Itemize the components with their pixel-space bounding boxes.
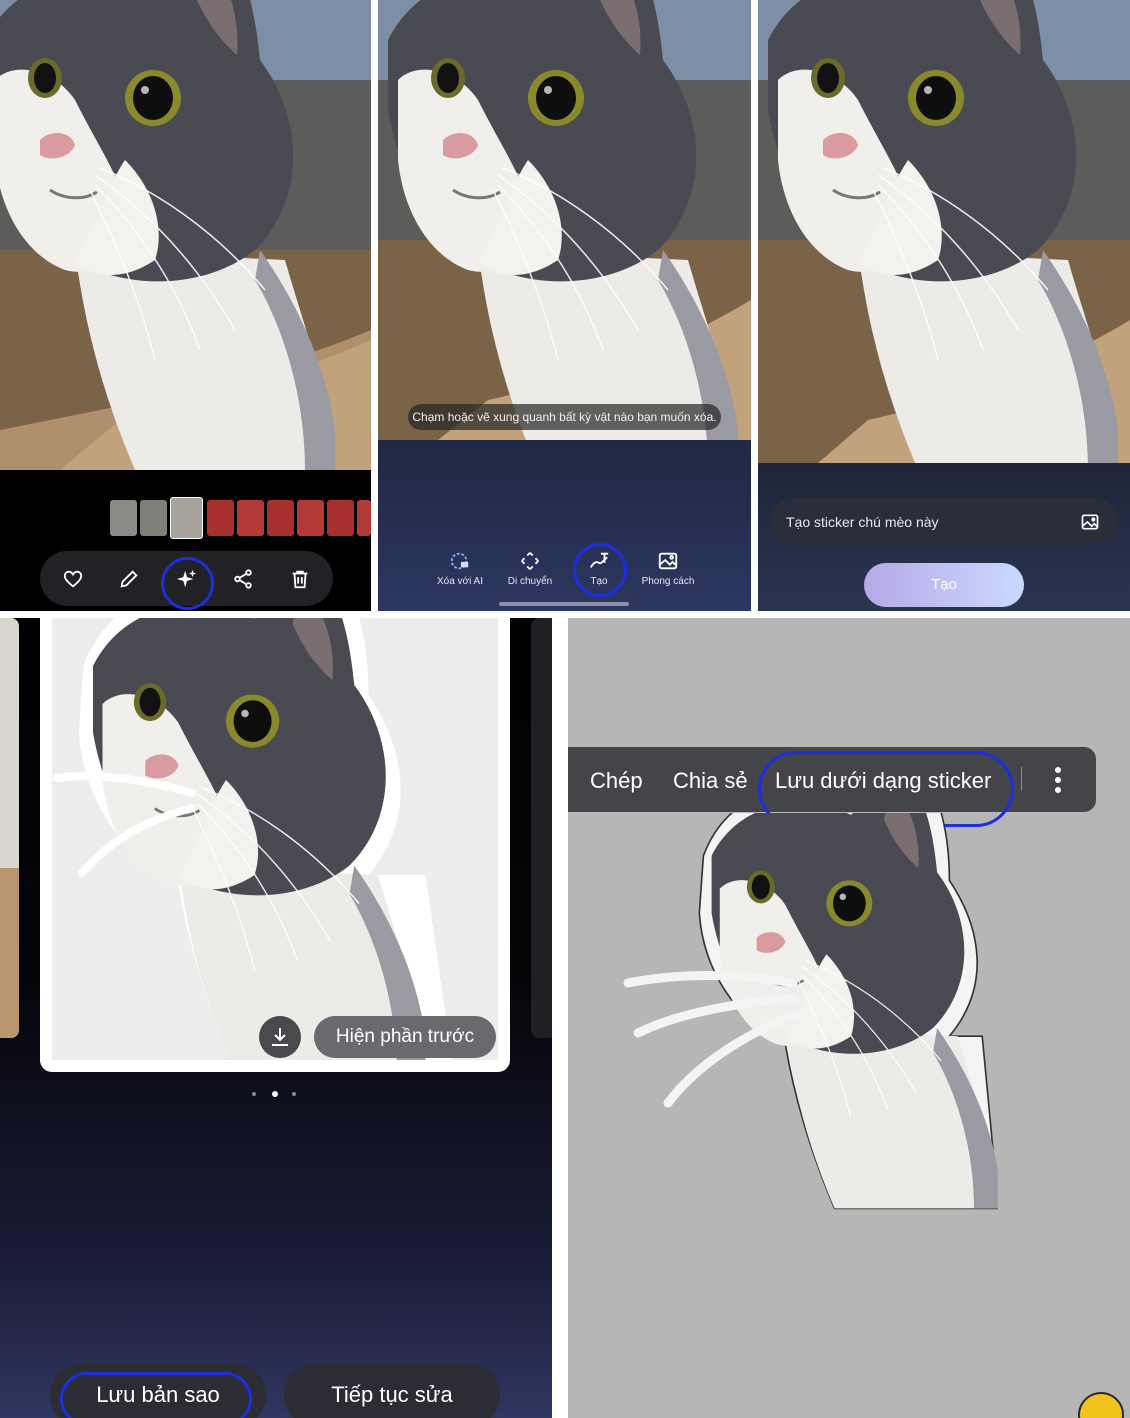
show-previous-button[interactable]: Hiện phần trước <box>314 1016 496 1058</box>
sparkle-icon[interactable] <box>172 564 202 594</box>
prompt-text: Tạo sticker chú mèo này <box>786 514 939 530</box>
thumbnail-selected[interactable] <box>170 497 203 539</box>
page-dots <box>252 1091 300 1097</box>
cat-sticker <box>623 764 1000 1210</box>
sticker-prompt-panel: Tạo sticker chú mèo này Tạo <box>758 0 1130 611</box>
move-icon <box>521 552 539 570</box>
tool-erase-ai[interactable]: Xóa với AI <box>425 550 495 587</box>
home-indicator <box>499 602 629 606</box>
download-button[interactable] <box>259 1016 301 1058</box>
thumbnail[interactable] <box>140 500 167 536</box>
page-dot <box>292 1092 296 1096</box>
sticker-canvas <box>52 618 498 1076</box>
download-icon <box>272 1028 288 1046</box>
selected-sticker[interactable] <box>618 764 1000 1243</box>
hint-toast: Chạm hoặc vẽ xung quanh bất kỳ vật nào b… <box>408 404 721 430</box>
tool-label: Phong cách <box>641 576 695 587</box>
continue-edit-button[interactable]: Tiếp tục sửa <box>284 1364 500 1418</box>
share-menu-item[interactable]: Chia sẻ <box>673 768 748 794</box>
tool-label: Xóa với AI <box>436 576 484 587</box>
eraser-icon <box>450 552 469 570</box>
tool-create[interactable]: Tạo <box>564 550 634 587</box>
prompt-input[interactable]: Tạo sticker chú mèo này <box>770 498 1118 546</box>
copy-menu-item[interactable]: Chép <box>590 768 643 794</box>
thumbnail[interactable] <box>327 500 354 536</box>
object-eraser-panel: Chạm hoặc vẽ xung quanh bất kỳ vật nào b… <box>378 0 751 611</box>
tool-label: Tạo <box>590 576 608 587</box>
thumbnail[interactable] <box>297 500 324 536</box>
cat-photo <box>0 0 371 470</box>
trash-icon[interactable] <box>285 564 315 594</box>
sticker-result-panel: Hiện phần trước Lưu bản sao Tiếp tục sửa <box>0 618 552 1418</box>
tool-label: Di chuyển <box>507 576 553 587</box>
draw-icon <box>589 552 609 568</box>
cat-sticker <box>53 618 455 1076</box>
thumbnail[interactable] <box>110 500 137 536</box>
save-copy-button[interactable]: Lưu bản sao <box>50 1364 266 1418</box>
sticker-context-panel: Chép Chia sẻ Lưu dưới dạng sticker <box>568 618 1130 1418</box>
pencil-icon[interactable] <box>114 564 144 594</box>
page-dot <box>252 1092 256 1096</box>
next-card-peek[interactable] <box>531 618 552 1038</box>
previous-card-peek[interactable] <box>0 618 19 1038</box>
cat-photo[interactable] <box>378 0 751 440</box>
image-icon[interactable] <box>1080 512 1100 532</box>
more-vertical-icon[interactable] <box>1050 765 1066 795</box>
thumbnail[interactable] <box>237 500 264 536</box>
thumbnail[interactable] <box>267 500 294 536</box>
context-menu: Chép Chia sẻ Lưu dưới dạng sticker <box>568 747 1096 812</box>
page-dot-active <box>272 1091 278 1097</box>
style-icon <box>658 552 678 570</box>
save-sticker-menu-item[interactable]: Lưu dưới dạng sticker <box>775 768 991 794</box>
heart-icon[interactable] <box>58 564 88 594</box>
create-button[interactable]: Tạo <box>864 563 1024 607</box>
menu-divider <box>1021 767 1022 791</box>
tool-move[interactable]: Di chuyển <box>495 550 565 587</box>
gallery-viewer-panel <box>0 0 371 611</box>
sticker-card: Hiện phần trước <box>40 618 510 1076</box>
thumbnail[interactable] <box>207 500 234 536</box>
share-icon[interactable] <box>228 564 258 594</box>
cat-photo <box>758 0 1130 463</box>
viewer-toolbar <box>40 551 333 606</box>
sticker-app-logo <box>1078 1392 1124 1418</box>
tool-style[interactable]: Phong cách <box>633 550 703 587</box>
thumbnail[interactable] <box>357 500 371 536</box>
